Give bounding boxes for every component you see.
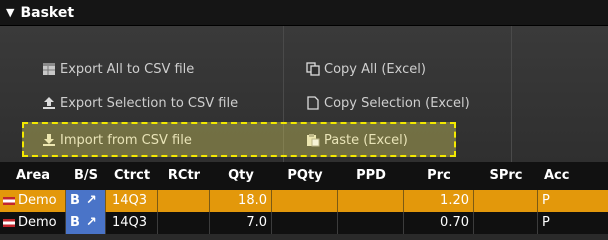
table-header: Area B/S Ctrct RCtr Qty PQty PPD Prc SPr… (0, 162, 608, 190)
export-all-csv-button[interactable]: Export All to CSV file (42, 56, 194, 82)
copy-selection-excel-button[interactable]: Copy Selection (Excel) (306, 90, 470, 116)
table-row[interactable]: Demo B ↗ 14Q3 7.0 0.70 P (0, 212, 608, 234)
import-csv-button[interactable]: Import from CSV file (42, 127, 192, 153)
col-header-rctr[interactable]: RCtr (158, 162, 210, 190)
cell-acc: P (542, 215, 550, 230)
cell-qty: 18.0 (210, 190, 272, 212)
panel-title: Basket (20, 4, 75, 21)
spreadsheet-icon (43, 63, 55, 75)
cell-bs: B ↗ (66, 212, 106, 234)
cell-ppd (338, 190, 404, 212)
col-header-bs[interactable]: B/S (66, 162, 106, 190)
toolbar-divider (511, 26, 512, 162)
paste-label: Paste (Excel) (324, 132, 408, 148)
cell-rctr (158, 190, 210, 212)
paste-icon (307, 134, 320, 147)
cell-rctr (158, 212, 210, 234)
copy-icon (306, 62, 320, 76)
arrow-up-right-icon: ↗ (85, 193, 97, 208)
cell-area: Demo (0, 190, 66, 212)
table-row[interactable]: Demo B ↗ 14Q3 18.0 1.20 P (0, 190, 608, 212)
upload-icon (43, 97, 55, 109)
copy-all-label: Copy All (Excel) (324, 61, 426, 77)
cell-prc: 0.70 (404, 212, 474, 234)
area-flag-icon (3, 196, 15, 205)
collapse-triangle-icon[interactable]: ▼ (6, 6, 14, 19)
document-icon (307, 96, 319, 110)
export-selection-label: Export Selection to CSV file (60, 95, 239, 111)
arrow-up-right-icon: ↗ (85, 215, 97, 230)
cell-acc: P (542, 193, 550, 208)
cell-qty: 7.0 (210, 212, 272, 234)
cell-bs: B ↗ (66, 190, 106, 212)
col-header-ctrct[interactable]: Ctrct (106, 162, 158, 190)
cell-pqty (272, 212, 338, 234)
cell-ppd (338, 212, 404, 234)
col-header-area[interactable]: Area (0, 162, 66, 190)
copy-all-excel-button[interactable]: Copy All (Excel) (306, 56, 426, 82)
cell-prc: 1.20 (404, 190, 474, 212)
download-icon (43, 134, 55, 146)
area-flag-icon (3, 218, 15, 227)
copy-selection-label: Copy Selection (Excel) (324, 95, 470, 111)
cell-ctrct: 14Q3 (106, 190, 158, 212)
cell-sprc (474, 212, 538, 234)
col-header-acc[interactable]: Acc (538, 162, 608, 190)
cell-ctrct: 14Q3 (106, 212, 158, 234)
cell-area: Demo (0, 212, 66, 234)
col-header-qty[interactable]: Qty (210, 162, 272, 190)
col-header-pqty[interactable]: PQty (272, 162, 338, 190)
export-selection-csv-button[interactable]: Export Selection to CSV file (42, 90, 238, 116)
col-header-prc[interactable]: Prc (404, 162, 474, 190)
paste-excel-button[interactable]: Paste (Excel) (306, 127, 408, 153)
col-header-ppd[interactable]: PPD (338, 162, 404, 190)
import-csv-label: Import from CSV file (60, 132, 192, 148)
cell-sprc (474, 190, 538, 212)
basket-panel-header[interactable]: ▼ Basket (0, 0, 608, 26)
export-all-label: Export All to CSV file (60, 61, 195, 77)
cell-pqty (272, 190, 338, 212)
col-header-sprc[interactable]: SPrc (474, 162, 538, 190)
